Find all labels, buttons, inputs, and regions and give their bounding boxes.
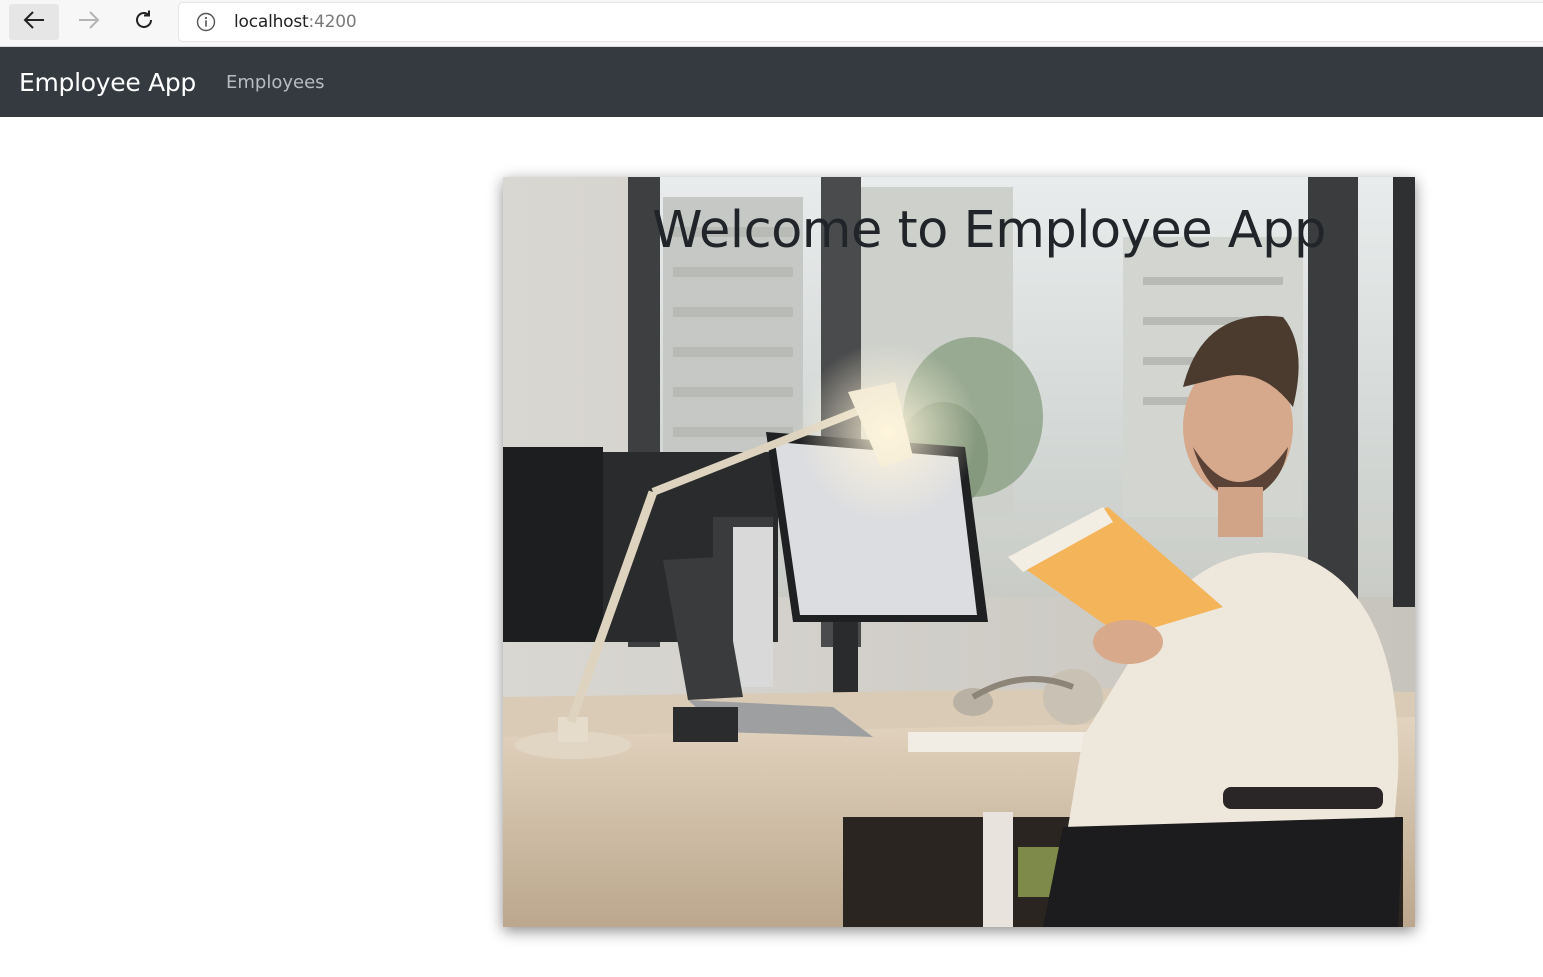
nav-link-employees[interactable]: Employees xyxy=(226,72,325,93)
address-bar[interactable]: localhost:4200 xyxy=(179,3,1543,41)
browser-toolbar: localhost:4200 xyxy=(0,0,1543,47)
reload-button[interactable] xyxy=(119,4,169,40)
info-icon[interactable] xyxy=(196,12,216,32)
back-button[interactable] xyxy=(9,4,59,40)
navbar-brand[interactable]: Employee App xyxy=(19,68,196,97)
url-host: localhost xyxy=(234,12,309,32)
hero-card: Welcome to Employee App xyxy=(503,177,1415,927)
forward-arrow-icon xyxy=(78,10,100,35)
office-worker-photo xyxy=(503,177,1415,927)
reload-icon xyxy=(133,9,155,36)
url-text[interactable]: localhost:4200 xyxy=(234,12,357,32)
url-port: :4200 xyxy=(308,12,357,32)
back-arrow-icon xyxy=(23,10,45,35)
app-navbar: Employee App Employees xyxy=(0,47,1543,117)
hero-title: Welcome to Employee App xyxy=(652,201,1326,260)
forward-button[interactable] xyxy=(64,4,114,40)
